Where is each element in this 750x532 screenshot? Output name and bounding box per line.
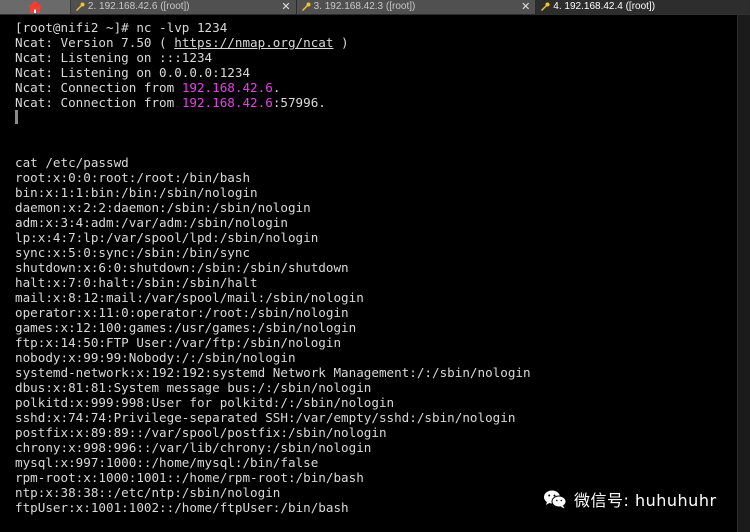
tab-session-3[interactable]: 3. 192.168.42.3 ([root]) ✕ [296,0,537,14]
passwd-line: rpm-root:x:1000:1001::/home/rpm-root:/bi… [15,470,364,485]
ncat-version-line: Ncat: Version 7.50 ( https://nmap.org/nc… [15,35,736,50]
connection-suffix: . [272,80,281,95]
terminal-cursor [15,110,18,124]
passwd-line: daemon:x:2:2:daemon:/sbin:/sbin/nologin [15,200,311,215]
home-button[interactable] [0,0,71,14]
wechat-icon [544,490,567,509]
passwd-line: ftp:x:14:50:FTP User:/var/ftp:/sbin/nolo… [15,335,342,350]
tab-bar: 2. 192.168.42.6 ([root]) ✕ 3. 192.168.42… [0,0,750,15]
passwd-line: root:x:0:0:root:/root:/bin/bash [15,170,251,185]
connection-prefix: Ncat: Connection from [15,80,182,95]
passwd-line: bin:x:1:1:bin:/bin:/sbin/nologin [15,185,258,200]
terminal-tab-icon [301,2,311,11]
passwd-line: polkitd:x:999:998:User for polkitd:/:/sb… [15,395,395,410]
passwd-line: mysql:x:997:1000::/home/mysql:/bin/false [15,455,319,470]
listening-line: Ncat: Listening on 0.0.0.0:1234 [15,65,251,80]
connection-suffix: :57996. [272,95,326,110]
connection-line: Ncat: Connection from 192.168.42.6. [15,80,736,95]
passwd-line: mail:x:8:12:mail:/var/spool/mail:/sbin/n… [15,290,364,305]
tab-session-4[interactable]: 4. 192.168.42.4 ([root]) [536,0,750,14]
passwd-line: nobody:x:99:99:Nobody:/:/sbin/nologin [15,350,296,365]
prompt-line: [root@nifi2 ~]# nc -lvp 1234 [15,20,228,35]
terminal-tab-icon [75,2,85,11]
passwd-line: shutdown:x:6:0:shutdown:/sbin:/sbin/shut… [15,260,349,275]
tab-label: 3. 192.168.42.3 ([root]) [313,1,416,12]
connection-line: Ncat: Connection from 192.168.42.6:57996… [15,95,736,110]
tab-session-2[interactable]: 2. 192.168.42.6 ([root]) ✕ [70,0,297,14]
passwd-output: root:x:0:0:root:/root:/bin/bash bin:x:1:1… [15,170,736,515]
tab-label: 4. 192.168.42.4 ([root]) [553,1,656,12]
connection-ip: 192.168.42.6 [181,95,273,110]
passwd-line: sync:x:5:0:sync:/sbin:/bin/sync [15,245,251,260]
wechat-watermark: 微信号: huhuhuhr [543,487,717,511]
ncat-url-link[interactable]: https://nmap.org/ncat [174,35,333,50]
connection-prefix: Ncat: Connection from [15,95,182,110]
watermark-text: 微信号: huhuhuhr [574,491,717,510]
terminal-tab-icon [541,2,550,11]
listening-line: Ncat: Listening on :::1234 [15,50,213,65]
tab-label: 2. 192.168.42.6 ([root]) [87,1,190,12]
terminal-output[interactable]: [root@nifi2 ~]# nc -lvp 1234 Ncat: Versi… [15,20,736,515]
passwd-line: systemd-network:x:192:192:systemd Networ… [15,365,531,380]
close-icon[interactable]: ✕ [521,0,530,14]
version-prefix: Ncat: Version 7.50 ( [15,35,175,50]
version-suffix: ) [333,35,349,50]
terminal-scrollbar[interactable] [737,15,750,532]
home-icon [27,1,42,13]
passwd-line: sshd:x:74:74:Privilege-separated SSH:/va… [15,410,516,425]
passwd-line: operator:x:11:0:operator:/root:/sbin/nol… [15,305,349,320]
connection-ip: 192.168.42.6 [181,80,273,95]
close-icon[interactable]: ✕ [281,0,290,14]
passwd-line: chrony:x:998:996::/var/lib/chrony:/sbin/… [15,440,372,455]
command-line: cat /etc/passwd [15,155,129,170]
passwd-line: lp:x:4:7:lp:/var/spool/lpd:/sbin/nologin [15,230,319,245]
passwd-line: dbus:x:81:81:System message bus:/:/sbin/… [15,380,372,395]
passwd-line: adm:x:3:4:adm:/var/adm:/sbin/nologin [15,215,288,230]
passwd-line: postfix:x:89:89::/var/spool/postfix:/sbi… [15,425,387,440]
passwd-line: halt:x:7:0:halt:/sbin:/sbin/halt [15,275,258,290]
passwd-line: games:x:12:100:games:/usr/games:/sbin/no… [15,320,357,335]
